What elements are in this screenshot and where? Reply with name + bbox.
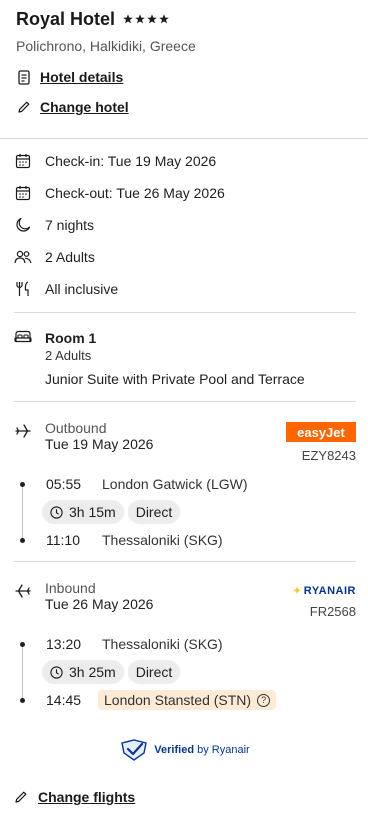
arrival-airport: London Stansted (STN) [104, 692, 252, 708]
change-flights-link[interactable]: Change flights [38, 789, 135, 805]
hotel-location: Polichrono, Halkidiki, Greece [16, 38, 196, 54]
duration-text: 3h 25m [69, 664, 116, 680]
cutlery-icon [14, 280, 32, 298]
arrival-time: 11:10 [46, 532, 80, 548]
star-icon [135, 14, 145, 24]
star-icon [147, 14, 157, 24]
bed-icon [14, 329, 32, 347]
arrival-time: 14:45 [46, 692, 82, 708]
inbound-date: Tue 26 May 2026 [45, 596, 154, 612]
outbound-meta: 3h 15m Direct [42, 498, 356, 526]
pencil-icon [16, 99, 32, 115]
inbound-label: Inbound [45, 580, 96, 596]
ryanair-wordmark: RYANAIR [303, 585, 356, 597]
outbound-carrier: easyJet EZY8243 [286, 422, 356, 463]
document-icon [16, 69, 32, 85]
timeline-dot [20, 482, 25, 487]
plane-arrival-icon [14, 582, 32, 600]
room-guests: 2 Adults [45, 348, 92, 363]
check-out-text: Check-out: Tue 26 May 2026 [45, 185, 225, 201]
easyjet-logo: easyJet [286, 422, 356, 442]
room-text: Room 1 2 Adults Junior Suite with Privat… [45, 329, 305, 401]
star-icon [159, 14, 169, 24]
verified-strong: Verified [154, 744, 195, 756]
nights-text: 7 nights [45, 217, 95, 233]
outbound-flight-number: EZY8243 [301, 448, 356, 463]
timeline-line [22, 483, 23, 540]
outbound-timeline: 05:55 London Gatwick (LGW) 3h 15m Direct… [14, 470, 356, 554]
duration-pill: 3h 25m [42, 660, 124, 684]
stops-pill: Direct [127, 660, 181, 684]
check-in-row: Check-in: Tue 19 May 2026 [14, 145, 356, 177]
verified-text: Verified by Ryanair [154, 744, 249, 756]
timeline-dot [20, 642, 25, 647]
arrival-airport: Thessaloniki (SKG) [102, 532, 223, 548]
hotel-name: Royal Hotel [16, 8, 116, 29]
hotel-details-link[interactable]: Hotel details [40, 69, 123, 85]
room-summary: Room 1 2 Adults Junior Suite with Privat… [0, 313, 368, 401]
inbound-arrival: 14:45 London Stansted (STN) ? [46, 686, 356, 714]
inbound-flight: Inbound Tue 26 May 2026 ✦ RYANAIR FR2568… [0, 562, 368, 761]
harp-icon: ✦ [292, 585, 302, 597]
duration-pill: 3h 15m [42, 500, 124, 524]
board-row: All inclusive [14, 273, 356, 305]
inbound-flight-number: FR2568 [309, 604, 356, 619]
inbound-departure: 13:20 Thessaloniki (SKG) [46, 630, 356, 658]
room-description: Junior Suite with Private Pool and Terra… [45, 371, 305, 387]
stay-details: Check-in: Tue 19 May 2026 Check-out: Tue… [0, 145, 368, 305]
departure-time: 05:55 [46, 476, 82, 492]
question-icon[interactable]: ? [257, 693, 271, 707]
change-hotel-link[interactable]: Change hotel [40, 99, 129, 115]
inbound-carrier: ✦ RYANAIR FR2568 [293, 582, 356, 619]
verified-shield-icon [121, 739, 148, 761]
inbound-meta: 3h 25m Direct [42, 658, 356, 686]
star-icon [123, 14, 133, 24]
outbound-label: Outbound [45, 420, 107, 436]
departure-airport: Thessaloniki (SKG) [102, 636, 223, 652]
departure-time: 13:20 [46, 636, 82, 652]
verified-rest: by Ryanair [194, 744, 250, 756]
moon-icon [14, 216, 32, 234]
timeline-dot [20, 698, 25, 703]
departure-airport: London Gatwick (LGW) [102, 476, 248, 492]
timeline-line [22, 643, 23, 700]
nights-row: 7 nights [14, 209, 356, 241]
board-text: All inclusive [45, 281, 119, 297]
inbound-timeline: 13:20 Thessaloniki (SKG) 3h 25m Direct 1… [14, 630, 356, 714]
ryanair-logo: ✦ RYANAIR [293, 584, 356, 598]
hotel-title-row: Royal Hotel [16, 8, 352, 30]
calendar-icon [14, 152, 32, 170]
outbound-departure: 05:55 London Gatwick (LGW) [46, 470, 356, 498]
pencil-icon [14, 789, 30, 805]
clock-icon [50, 505, 63, 519]
outbound-arrival: 11:10 Thessaloniki (SKG) [46, 526, 356, 554]
duration-text: 3h 15m [69, 504, 116, 520]
guests-row: 2 Adults [14, 241, 356, 273]
room-title: Room 1 [45, 330, 97, 346]
clock-icon [50, 665, 63, 679]
check-out-row: Check-out: Tue 26 May 2026 [14, 177, 356, 209]
change-flights-link-row[interactable]: Change flights [14, 789, 135, 805]
hotel-details-link-row[interactable]: Hotel details [16, 69, 352, 85]
hotel-summary: Royal Hotel Polichrono, Halkidiki, Greec… [0, 0, 368, 139]
star-rating [123, 14, 169, 24]
calendar-icon [14, 184, 32, 202]
timeline-dot [20, 538, 25, 543]
people-icon [14, 248, 32, 266]
verified-badge: Verified by Ryanair [14, 736, 356, 764]
outbound-date: Tue 19 May 2026 [45, 436, 154, 452]
change-hotel-link-row[interactable]: Change hotel [16, 99, 352, 115]
plane-departure-icon [14, 422, 32, 440]
outbound-flight: Outbound Tue 19 May 2026 easyJet EZY8243… [0, 402, 368, 561]
guests-text: 2 Adults [45, 249, 95, 265]
check-in-text: Check-in: Tue 19 May 2026 [45, 153, 217, 169]
arrival-airport-highlight: London Stansted (STN) ? [98, 690, 277, 710]
stops-pill: Direct [127, 500, 181, 524]
